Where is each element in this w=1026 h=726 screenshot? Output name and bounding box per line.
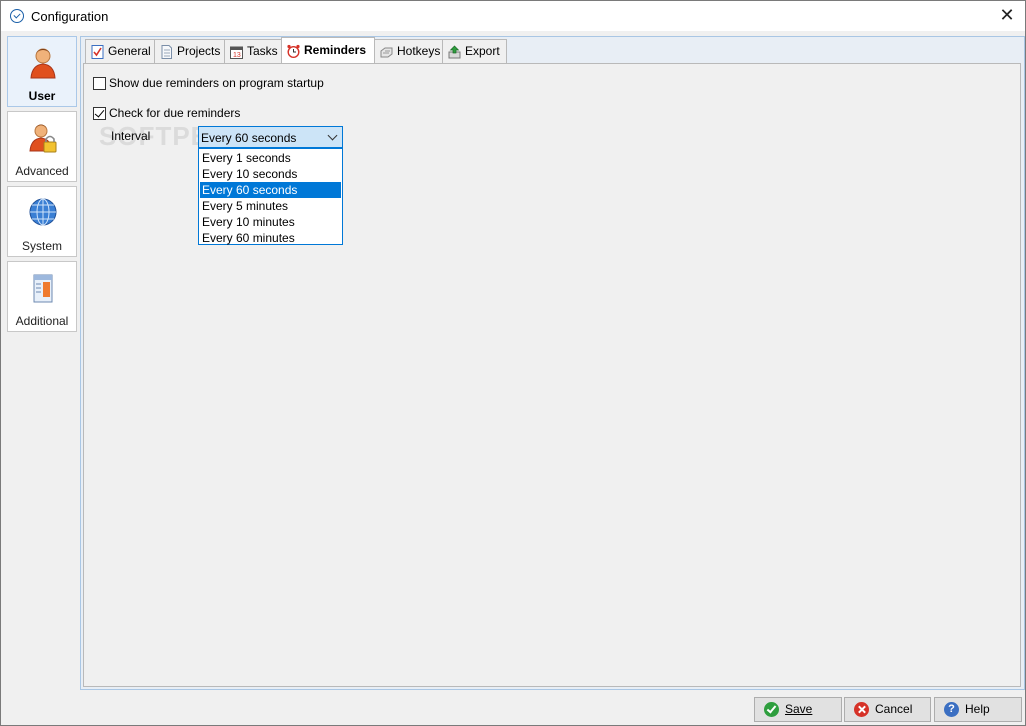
globe-icon bbox=[29, 198, 57, 226]
sidebar-item-user[interactable]: User bbox=[7, 36, 77, 107]
tab-label: Reminders bbox=[304, 43, 367, 57]
sidebar-item-additional[interactable]: Additional bbox=[7, 261, 77, 332]
svg-text:13: 13 bbox=[233, 52, 241, 59]
interval-dropdown-list: Every 1 seconds Every 10 seconds Every 6… bbox=[198, 148, 343, 245]
sidebar-item-label: User bbox=[28, 89, 56, 103]
tab-label: Projects bbox=[177, 44, 221, 58]
show-due-reminders-checkbox[interactable] bbox=[93, 77, 106, 90]
tab-label: General bbox=[108, 44, 151, 58]
window-title: Configuration bbox=[31, 9, 109, 24]
tab-general[interactable]: General bbox=[85, 39, 155, 64]
save-button[interactable]: Save bbox=[754, 697, 842, 722]
interval-selected-value: Every 60 seconds bbox=[201, 131, 297, 145]
tab-tasks[interactable]: 13 Tasks bbox=[224, 39, 282, 64]
help-icon: ? bbox=[944, 702, 959, 717]
sidebar-item-label: Advanced bbox=[15, 164, 69, 178]
user-icon bbox=[30, 48, 56, 79]
interval-option-selected[interactable]: Every 60 seconds bbox=[200, 182, 341, 198]
interval-option[interactable]: Every 60 minutes bbox=[200, 230, 341, 246]
interval-option[interactable]: Every 10 minutes bbox=[200, 214, 341, 230]
tab-hotkeys[interactable]: Hotkeys bbox=[374, 39, 443, 64]
calendar-icon: 13 bbox=[230, 46, 243, 59]
title-bar: Configuration ✕ bbox=[1, 1, 1025, 31]
sidebar-item-label: Additional bbox=[15, 314, 69, 328]
check-due-reminders-label: Check for due reminders bbox=[109, 106, 241, 120]
interval-label: Interval bbox=[111, 129, 151, 143]
cancel-button[interactable]: Cancel bbox=[844, 697, 931, 722]
sidebar-item-system[interactable]: System bbox=[7, 186, 77, 257]
help-label: Help bbox=[965, 702, 990, 716]
interval-option[interactable]: Every 5 minutes bbox=[200, 198, 341, 214]
checkmark-icon bbox=[764, 702, 779, 717]
show-due-reminders-label: Show due reminders on program startup bbox=[109, 76, 324, 90]
tab-projects[interactable]: Projects bbox=[154, 39, 225, 64]
sidebar-item-advanced[interactable]: Advanced bbox=[7, 111, 77, 182]
tab-label: Export bbox=[465, 44, 500, 58]
sidebar-item-label: System bbox=[21, 239, 62, 253]
tab-export[interactable]: Export bbox=[442, 39, 507, 64]
checklist-icon bbox=[91, 45, 104, 59]
chevron-down-icon[interactable] bbox=[327, 130, 338, 141]
cancel-icon bbox=[854, 702, 869, 717]
tab-label: Tasks bbox=[247, 44, 278, 58]
configuration-window: Configuration ✕ User Advanced System Add… bbox=[0, 0, 1026, 726]
cancel-label: Cancel bbox=[875, 702, 913, 716]
server-icon bbox=[33, 274, 53, 303]
close-icon[interactable]: ✕ bbox=[997, 5, 1017, 25]
user-lock-icon bbox=[29, 124, 57, 153]
app-clock-icon bbox=[10, 9, 24, 23]
tab-label: Hotkeys bbox=[397, 44, 441, 58]
tab-reminders[interactable]: Reminders bbox=[281, 37, 375, 64]
alarm-clock-icon bbox=[287, 44, 300, 58]
interval-select[interactable]: Every 60 seconds bbox=[198, 126, 343, 148]
interval-option[interactable]: Every 10 seconds bbox=[200, 166, 341, 182]
check-due-reminders-checkbox[interactable] bbox=[93, 107, 106, 120]
document-icon bbox=[161, 45, 172, 59]
save-label: Save bbox=[785, 702, 813, 716]
export-icon bbox=[448, 45, 461, 59]
help-button[interactable]: ? Help bbox=[934, 697, 1022, 722]
interval-option[interactable]: Every 1 seconds bbox=[200, 150, 341, 166]
keyboard-icon bbox=[380, 47, 393, 58]
